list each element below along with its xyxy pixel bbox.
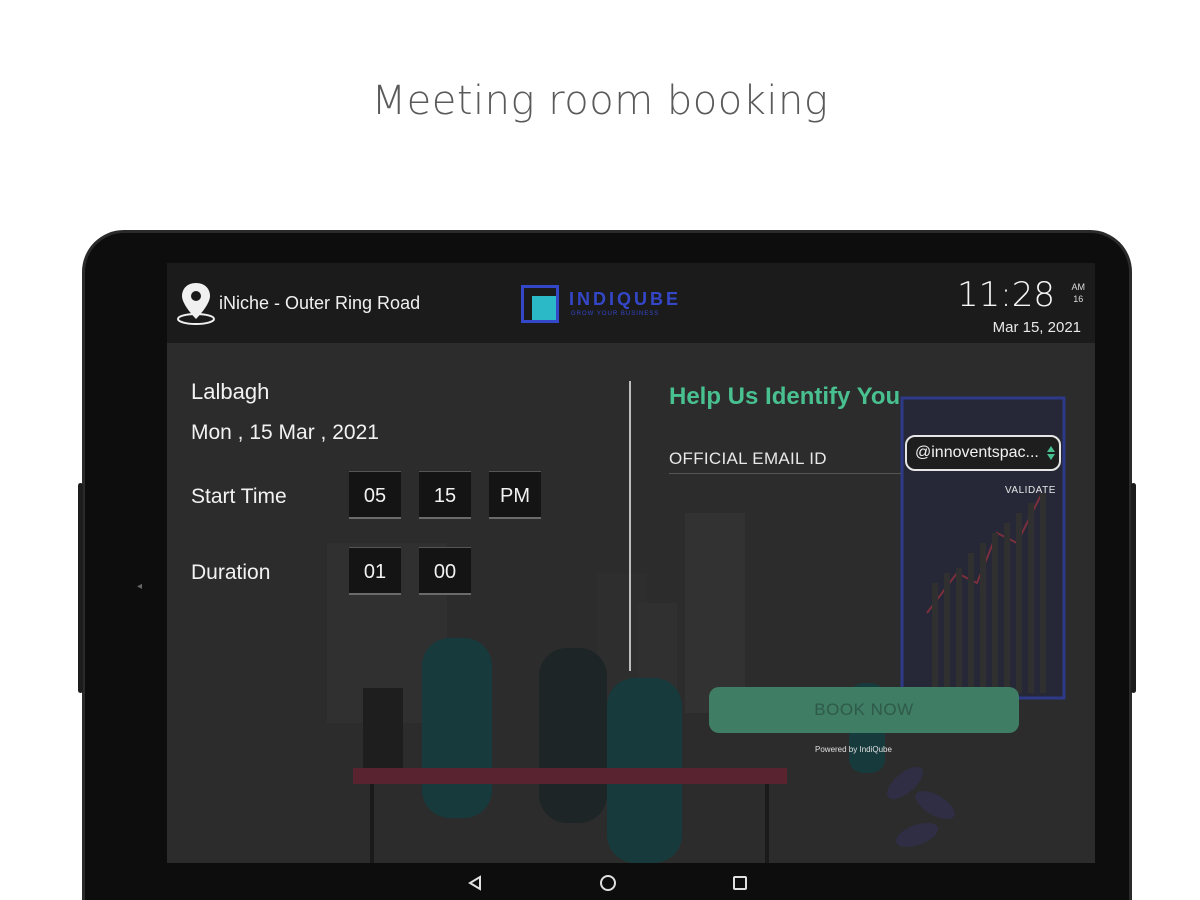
- logo-name: INDIQUBE: [569, 289, 682, 309]
- android-nav-bar: [167, 863, 1095, 900]
- location-name[interactable]: iNiche - Outer Ring Road: [219, 293, 420, 314]
- clock-ampm: AM 16: [1072, 281, 1086, 305]
- duration-label: Duration: [191, 561, 271, 584]
- app-screen: iNiche - Outer Ring Road INDIQUBE GROW Y…: [167, 263, 1095, 863]
- validate-button[interactable]: VALIDATE: [1005, 485, 1056, 496]
- identify-title: Help Us Identify You: [669, 383, 901, 410]
- start-ampm-field[interactable]: PM: [489, 471, 541, 519]
- back-triangle-icon[interactable]: [467, 875, 483, 891]
- duration-hours-field[interactable]: 01: [349, 547, 401, 595]
- location-pin-icon: [177, 283, 215, 325]
- home-circle-icon[interactable]: [599, 874, 617, 892]
- side-button-left: [78, 483, 83, 693]
- duration-minutes-field[interactable]: 00: [419, 547, 471, 595]
- room-name: Lalbagh: [191, 379, 270, 404]
- email-domain-select[interactable]: @innoventspac...: [905, 435, 1061, 471]
- start-minute-field[interactable]: 15: [419, 471, 471, 519]
- clock-am: AM: [1071, 282, 1086, 292]
- powered-by-text: Powered by IndiQube: [815, 745, 892, 754]
- indiqube-logo: INDIQUBE GROW YOUR BUSINESS: [521, 285, 691, 325]
- select-arrows-icon: [1047, 446, 1055, 460]
- clock-tz: 16: [1073, 294, 1084, 304]
- email-input[interactable]: OFFICIAL EMAIL ID: [669, 449, 827, 469]
- email-underline: [669, 473, 901, 474]
- tablet-frame: ◂ iNiche - Outer Ring Road INDIQUBE GROW…: [78, 230, 1136, 900]
- page-caption: Meeting room booking: [371, 78, 829, 124]
- booking-date[interactable]: Mon , 15 Mar , 2021: [191, 421, 379, 445]
- email-domain-value: @innoventspac...: [915, 444, 1039, 461]
- start-time-label: Start Time: [191, 485, 287, 508]
- top-date: Mar 15, 2021: [992, 319, 1081, 336]
- start-hour-field[interactable]: 05: [349, 471, 401, 519]
- section-divider: [629, 381, 631, 671]
- side-button-right: [1131, 483, 1136, 693]
- logo-mark: [521, 285, 559, 323]
- logo-tagline: GROW YOUR BUSINESS: [571, 311, 660, 317]
- clock-time: 11:28: [957, 275, 1055, 315]
- book-now-button[interactable]: BOOK NOW: [709, 687, 1019, 733]
- top-bar: iNiche - Outer Ring Road INDIQUBE GROW Y…: [167, 263, 1095, 343]
- recent-square-icon[interactable]: [733, 876, 747, 890]
- camera-dot-icon: ◂: [137, 581, 143, 592]
